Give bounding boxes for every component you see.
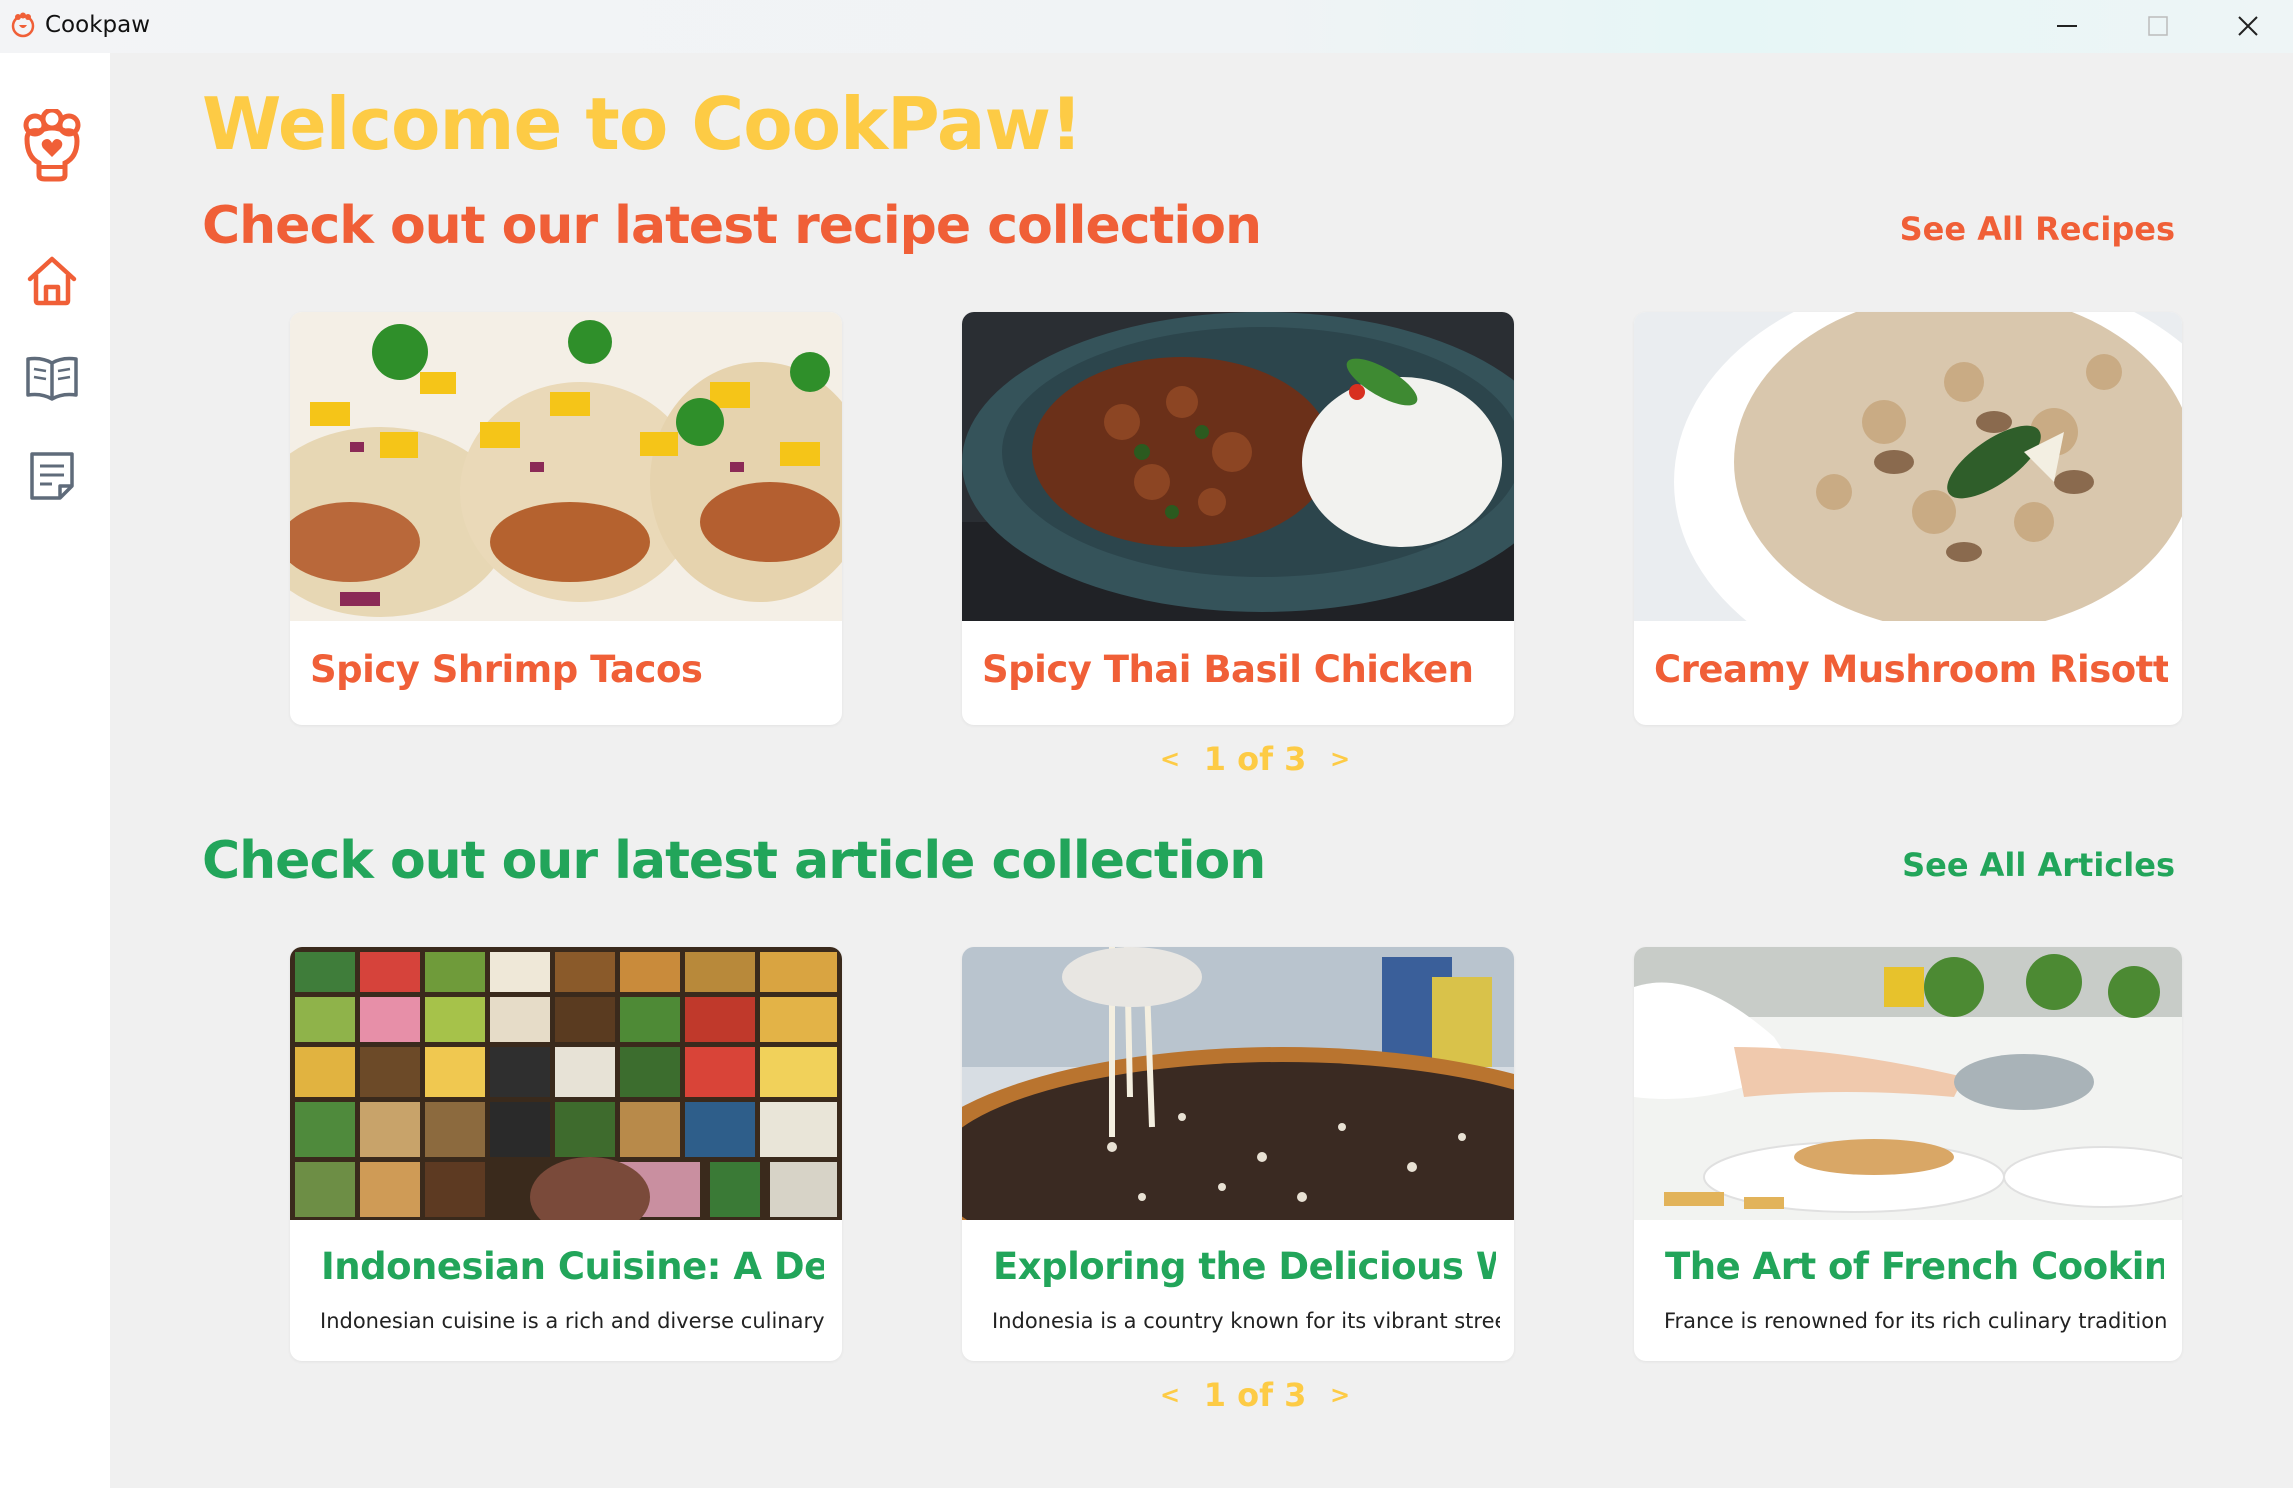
recipe-page-indicator: 1 of 3: [1203, 740, 1307, 778]
window-title: Cookpaw: [45, 12, 151, 38]
minimize-icon: [2057, 25, 2077, 27]
open-book-icon[interactable]: [22, 349, 82, 409]
article-prev-button[interactable]: <: [1160, 1381, 1180, 1409]
maximize-button[interactable]: [2113, 0, 2205, 53]
recipe-image-tacos: [290, 312, 842, 621]
see-all-articles-link[interactable]: See All Articles: [1902, 846, 2175, 884]
sidebar: [0, 53, 110, 1488]
recipe-card-mushroom-risotto[interactable]: Creamy Mushroom Risotto: [1634, 312, 2182, 725]
app-logo-icon: [11, 12, 35, 38]
recipe-image-basil-chicken: [962, 312, 1514, 621]
recipe-prev-button[interactable]: <: [1160, 745, 1180, 773]
recipe-section-heading: Check out our latest recipe collection: [202, 196, 1262, 256]
article-card-french-cooking[interactable]: The Art of French Cooking France is reno…: [1634, 947, 2182, 1361]
recipe-card-title: Spicy Thai Basil Chicken: [982, 648, 1474, 691]
article-next-button[interactable]: >: [1330, 1381, 1350, 1409]
close-icon: [2238, 16, 2258, 36]
recipe-image-risotto: [1634, 312, 2182, 621]
recipe-card-thai-basil-chicken[interactable]: Spicy Thai Basil Chicken: [962, 312, 1514, 725]
recipe-pagination: < 1 of 3 >: [1160, 740, 1350, 778]
recipe-card-title: Spicy Shrimp Tacos: [310, 648, 703, 691]
article-image-indonesian-market: [290, 947, 842, 1220]
article-image-french-chef: [1634, 947, 2182, 1220]
article-card-title: The Art of French Cooking: [1665, 1245, 2164, 1288]
article-card-excerpt: France is renowned for its rich culinary…: [1664, 1309, 2168, 1333]
recipe-card-shrimp-tacos[interactable]: Spicy Shrimp Tacos: [290, 312, 842, 725]
minimize-button[interactable]: [2022, 0, 2114, 53]
paw-heart-logo-icon: [23, 109, 81, 182]
recipe-card-title: Creamy Mushroom Risotto: [1654, 648, 2168, 691]
article-card-excerpt: Indonesian cuisine is a rich and diverse…: [320, 1309, 825, 1333]
window-titlebar: Cookpaw: [0, 0, 2293, 53]
article-card-title: Indonesian Cuisine: A Deli: [321, 1245, 824, 1288]
article-card-excerpt: Indonesia is a country known for its vib…: [992, 1309, 1500, 1333]
article-card-exploring-delicious[interactable]: Exploring the Delicious Wo Indonesia is …: [962, 947, 1514, 1361]
close-button[interactable]: [2203, 0, 2293, 53]
article-image-chocolate-pancake: [962, 947, 1514, 1220]
article-pagination: < 1 of 3 >: [1160, 1376, 1350, 1414]
see-all-recipes-link[interactable]: See All Recipes: [1900, 210, 2175, 248]
article-section-heading: Check out our latest article collection: [202, 831, 1266, 891]
home-icon[interactable]: [22, 251, 82, 311]
article-page-indicator: 1 of 3: [1203, 1376, 1307, 1414]
welcome-heading: Welcome to CookPaw!: [202, 82, 1083, 166]
recipe-next-button[interactable]: >: [1330, 745, 1350, 773]
article-icon[interactable]: [22, 446, 82, 506]
maximize-icon: [2148, 16, 2168, 36]
article-card-indonesian-cuisine[interactable]: Indonesian Cuisine: A Deli Indonesian cu…: [290, 947, 842, 1361]
article-card-title: Exploring the Delicious Wo: [993, 1245, 1496, 1288]
